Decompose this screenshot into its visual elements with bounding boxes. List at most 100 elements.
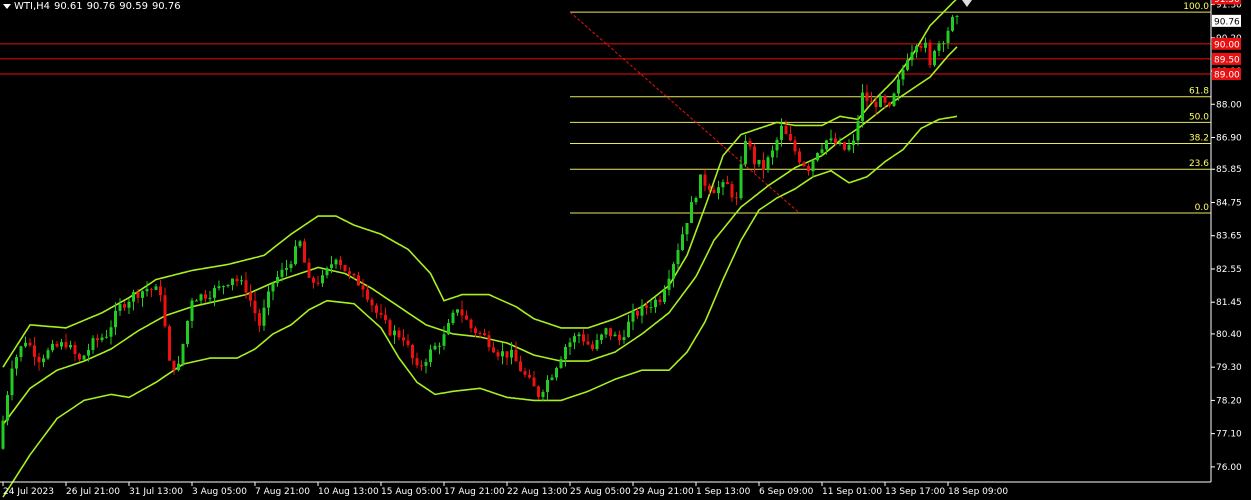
candle-body[interactable]	[406, 340, 410, 345]
candle-body[interactable]	[424, 362, 428, 366]
candle-body[interactable]	[204, 294, 207, 299]
candle-body[interactable]	[852, 140, 855, 146]
candle-body[interactable]	[649, 307, 653, 309]
candle-body[interactable]	[672, 264, 675, 279]
candle-body[interactable]	[141, 291, 144, 298]
candle-body[interactable]	[64, 342, 68, 348]
candle-body[interactable]	[847, 145, 851, 150]
candle-body[interactable]	[879, 96, 882, 108]
candle-body[interactable]	[717, 187, 720, 194]
candle-body[interactable]	[528, 374, 531, 378]
candle-body[interactable]	[613, 334, 617, 337]
candle-body[interactable]	[726, 182, 729, 185]
candle-body[interactable]	[96, 338, 99, 341]
candle-body[interactable]	[240, 280, 243, 282]
candle-body[interactable]	[919, 46, 923, 48]
candle-body[interactable]	[703, 174, 707, 186]
candle-body[interactable]	[244, 280, 248, 293]
candle-body[interactable]	[217, 286, 221, 289]
candle-body[interactable]	[231, 278, 234, 285]
candle-body[interactable]	[595, 340, 599, 350]
candle-body[interactable]	[154, 286, 158, 290]
candle-body[interactable]	[505, 351, 509, 358]
candle-body[interactable]	[397, 330, 401, 338]
candle-body[interactable]	[474, 328, 477, 333]
candle-body[interactable]	[829, 138, 833, 141]
candle-body[interactable]	[874, 102, 878, 108]
candle-body[interactable]	[1, 420, 5, 449]
candle-body[interactable]	[753, 146, 756, 165]
candle-body[interactable]	[60, 342, 63, 347]
candle-body[interactable]	[955, 15, 959, 17]
candle-body[interactable]	[514, 349, 518, 362]
candle-body[interactable]	[694, 197, 698, 203]
candle-body[interactable]	[636, 310, 639, 316]
candle-body[interactable]	[37, 356, 41, 363]
candle-body[interactable]	[78, 353, 81, 360]
candle-body[interactable]	[6, 395, 9, 421]
candle-body[interactable]	[667, 278, 671, 290]
candle-body[interactable]	[402, 337, 405, 341]
price-chart[interactable]: 100.0 61.8 50.0 38.2 23.6 0.0 76.00 77.10 78.20…	[0, 0, 1251, 500]
candle-body[interactable]	[150, 289, 153, 291]
candle-body[interactable]	[343, 265, 347, 272]
candle-body[interactable]	[559, 359, 563, 368]
candle-body[interactable]	[883, 96, 887, 103]
candle-body[interactable]	[573, 336, 576, 343]
candle-body[interactable]	[249, 292, 252, 301]
candle-body[interactable]	[132, 292, 135, 302]
header-dropdown-icon[interactable]	[3, 3, 11, 9]
candle-body[interactable]	[663, 289, 666, 302]
candle-body[interactable]	[757, 159, 761, 165]
candle-body[interactable]	[280, 269, 284, 277]
candle-body[interactable]	[834, 138, 837, 144]
candle-body[interactable]	[379, 312, 383, 315]
candle-body[interactable]	[114, 310, 117, 328]
candle-body[interactable]	[555, 367, 558, 378]
candle-body[interactable]	[451, 312, 455, 324]
candle-body[interactable]	[307, 262, 311, 278]
candle-body[interactable]	[195, 300, 198, 302]
candle-body[interactable]	[433, 345, 437, 350]
candle-body[interactable]	[906, 60, 909, 70]
candle-body[interactable]	[771, 150, 774, 158]
candle-body[interactable]	[622, 337, 626, 341]
candle-body[interactable]	[258, 313, 261, 326]
candle-body[interactable]	[123, 304, 126, 308]
candle-body[interactable]	[843, 142, 846, 150]
candle-body[interactable]	[550, 377, 554, 380]
candle-body[interactable]	[222, 286, 225, 288]
candle-body[interactable]	[69, 344, 72, 348]
candle-body[interactable]	[915, 46, 918, 53]
candle-body[interactable]	[856, 120, 860, 141]
candle-body[interactable]	[658, 299, 662, 302]
candle-body[interactable]	[168, 326, 171, 361]
candle-body[interactable]	[15, 357, 18, 369]
candle-body[interactable]	[888, 102, 891, 106]
candle-body[interactable]	[438, 345, 441, 347]
candle-body[interactable]	[145, 289, 149, 292]
candle-body[interactable]	[127, 301, 131, 308]
candle-body[interactable]	[861, 92, 864, 121]
candle-body[interactable]	[789, 134, 792, 141]
candle-body[interactable]	[541, 392, 545, 398]
candle-body[interactable]	[600, 334, 603, 341]
candle-body[interactable]	[298, 241, 302, 247]
candle-body[interactable]	[627, 321, 630, 338]
candle-body[interactable]	[352, 273, 356, 276]
candle-body[interactable]	[271, 283, 275, 292]
candle-body[interactable]	[465, 315, 468, 320]
candle-body[interactable]	[640, 305, 644, 316]
candle-body[interactable]	[375, 305, 378, 313]
candle-body[interactable]	[208, 297, 212, 299]
candle-body[interactable]	[582, 334, 585, 342]
candle-body[interactable]	[739, 164, 743, 199]
candle-body[interactable]	[631, 310, 635, 322]
candle-body[interactable]	[312, 277, 315, 283]
candle-body[interactable]	[478, 332, 482, 334]
candle-body[interactable]	[537, 386, 540, 398]
candle-body[interactable]	[370, 299, 374, 306]
candle-body[interactable]	[136, 292, 140, 298]
candle-body[interactable]	[676, 250, 680, 265]
candle-body[interactable]	[24, 342, 27, 347]
